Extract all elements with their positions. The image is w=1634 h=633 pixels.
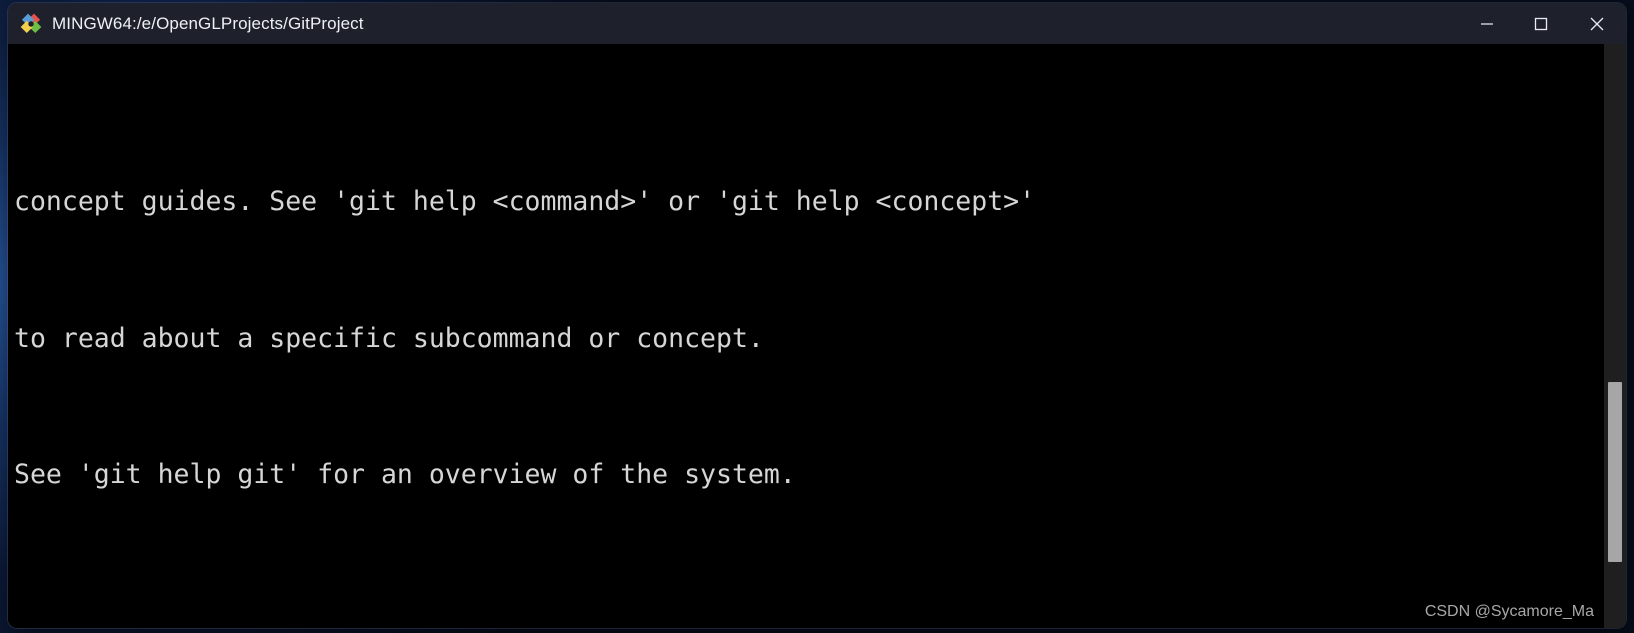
terminal-screen[interactable]: concept guides. See 'git help <command>'… [8,44,1626,628]
git-bash-window: MINGW64:/e/OpenGLProjects/GitProject con… [8,3,1626,628]
vertical-scrollbar[interactable] [1604,44,1626,628]
minimize-icon [1481,22,1493,25]
scrollbar-thumb[interactable] [1608,382,1622,562]
terminal-output: concept guides. See 'git help <command>'… [14,44,1035,628]
csdn-watermark: CSDN @Sycamore_Ma [1424,603,1594,620]
minimize-button[interactable] [1460,3,1514,44]
close-icon [1590,17,1604,30]
close-button[interactable] [1568,3,1626,44]
window-controls [1460,3,1626,44]
maximize-button[interactable] [1514,3,1568,44]
window-title: MINGW64:/e/OpenGLProjects/GitProject [52,13,364,33]
terminal-line: concept guides. See 'git help <command>'… [14,179,1035,225]
help-line-3: See 'git help git' for an overview of th… [14,459,796,491]
terminal-line: See 'git help git' for an overview of th… [14,452,1035,498]
git-bash-diamond-icon [20,13,42,35]
help-line-2: to read about a specific subcommand or c… [14,322,764,354]
maximize-icon [1534,17,1548,30]
window-titlebar[interactable]: MINGW64:/e/OpenGLProjects/GitProject [8,3,1626,44]
terminal-line: to read about a specific subcommand or c… [14,316,1035,362]
help-line-1: concept guides. See 'git help <command>'… [14,185,1036,217]
